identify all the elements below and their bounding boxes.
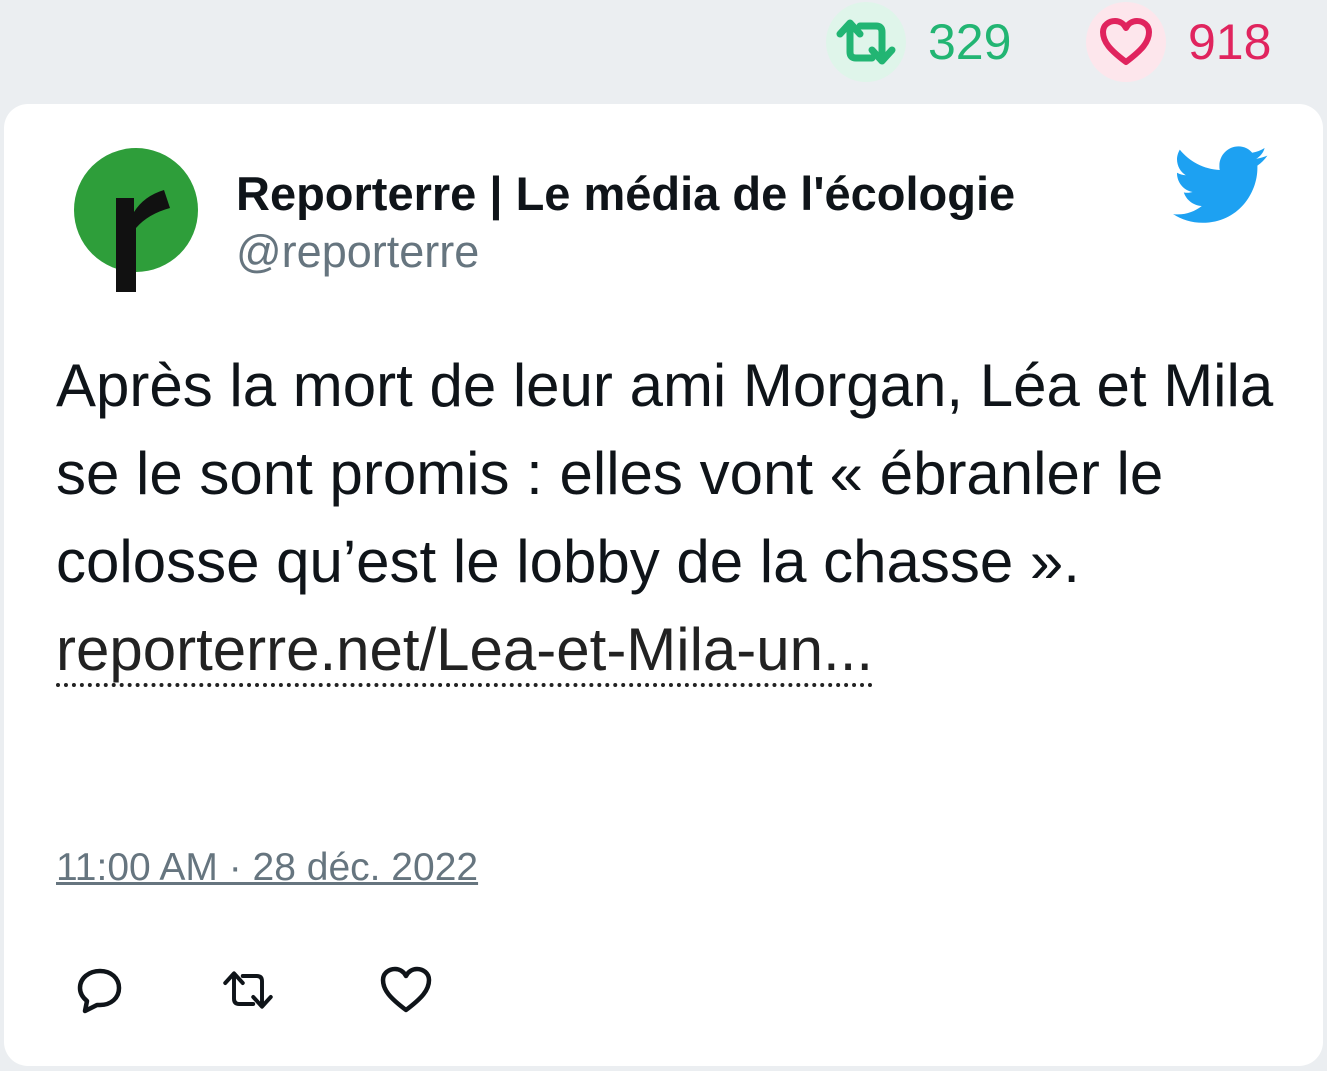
tweet-timestamp[interactable]: 11:00 AM · 28 déc. 2022 [56, 846, 478, 890]
retweet-stat[interactable]: 329 [826, 2, 1011, 82]
heart-icon [1100, 18, 1152, 65]
retweet-icon [223, 971, 273, 1009]
tweet-link[interactable]: reporterre.net/Lea-et-Mila-un... [56, 616, 874, 687]
author-handle[interactable]: @reporterre [236, 226, 479, 278]
reply-icon [77, 968, 122, 1014]
tweet-body: Après la mort de leur ami Morgan, Léa et… [56, 352, 1274, 595]
retweet-count: 329 [928, 14, 1012, 70]
reply-button[interactable] [72, 962, 128, 1018]
tweet-stats-bar: 329 918 [0, 0, 1327, 100]
retweet-icon [836, 19, 896, 65]
like-stat-circle[interactable] [1086, 2, 1166, 82]
like-count: 918 [1188, 14, 1272, 70]
heart-icon [380, 966, 432, 1013]
like-stat[interactable]: 918 [1086, 2, 1271, 82]
retweet-stat-circle[interactable] [826, 2, 906, 82]
reporterre-logo [74, 148, 198, 292]
twitter-bird-icon[interactable] [1172, 146, 1270, 226]
tweet-text: Après la mort de leur ami Morgan, Léa et… [56, 342, 1296, 694]
retweet-button[interactable] [220, 962, 276, 1018]
like-button[interactable] [378, 962, 434, 1018]
avatar[interactable] [72, 146, 200, 292]
author-name[interactable]: Reporterre | Le média de l'écologie [236, 166, 1015, 221]
